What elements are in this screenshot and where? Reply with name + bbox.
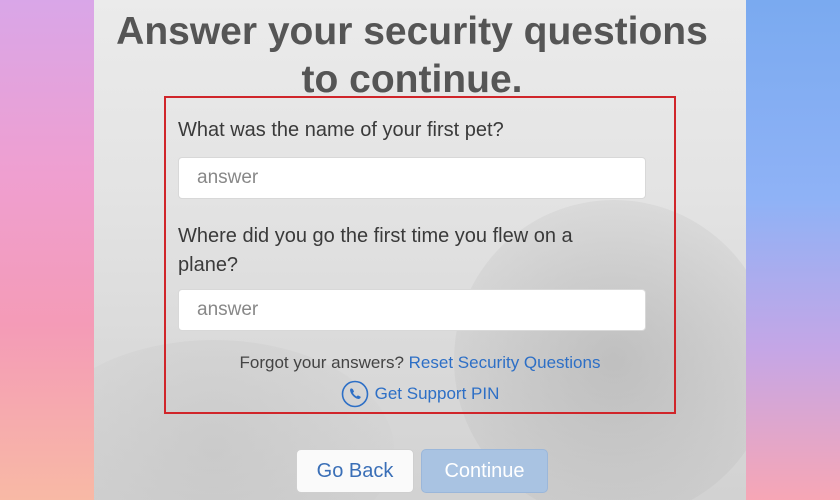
question-1-label: What was the name of your first pet? xyxy=(178,116,658,145)
page-title: Answer your security questions to contin… xyxy=(94,8,730,104)
page-title-line-1: Answer your security questions xyxy=(116,10,708,53)
answer-1-input[interactable] xyxy=(178,157,646,199)
question-2-text-line-2: plane? xyxy=(178,254,239,276)
phone-icon[interactable] xyxy=(341,380,369,408)
reset-security-questions-link[interactable]: Reset Security Questions xyxy=(409,353,601,372)
security-questions-panel: Answer your security questions to contin… xyxy=(94,0,746,500)
go-back-button[interactable]: Go Back xyxy=(296,449,414,493)
get-support-pin-link[interactable]: Get Support PIN xyxy=(375,384,500,404)
continue-button[interactable]: Continue xyxy=(421,449,548,493)
question-2-label: Where did you go the first time you flew… xyxy=(178,222,658,280)
go-back-label: Go Back xyxy=(316,459,394,482)
question-1-text: What was the name of your first pet? xyxy=(178,119,504,141)
continue-label: Continue xyxy=(444,459,525,482)
answer-2-input[interactable] xyxy=(178,289,646,331)
page-title-line-2: to continue. xyxy=(301,58,523,101)
forgot-answers-line: Forgot your answers? Reset Security Ques… xyxy=(164,352,676,374)
forgot-answers-text: Forgot your answers? xyxy=(239,353,404,372)
background-right xyxy=(746,0,840,500)
support-pin-row: Get Support PIN xyxy=(164,380,676,408)
question-2-text-line-1: Where did you go the first time you flew… xyxy=(178,225,573,247)
background-left xyxy=(0,0,94,500)
